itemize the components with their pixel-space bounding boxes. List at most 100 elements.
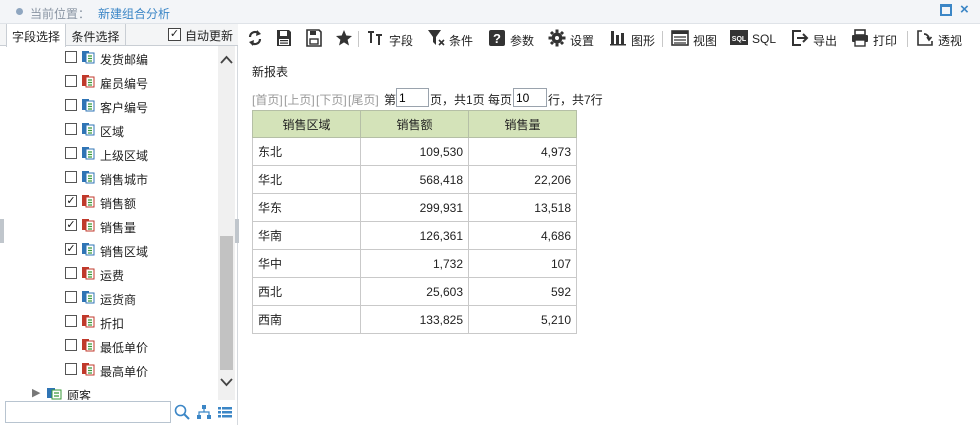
text-field-icon (81, 122, 95, 136)
auto-update-checkbox[interactable]: ✓ (168, 28, 181, 41)
first-page-link[interactable]: [首页] (252, 91, 283, 108)
panel-splitter-handle[interactable] (235, 219, 239, 243)
column-header[interactable]: 销售区域 (252, 110, 361, 138)
table-cell: 4,973 (468, 137, 577, 166)
field-label: 区域 (100, 125, 125, 139)
table-cell: 华北 (252, 165, 361, 194)
rows-suffix: 行，共7行 (548, 93, 603, 107)
text-field-icon (81, 242, 95, 256)
left-collapse-handle[interactable] (0, 219, 4, 243)
location-dot-icon (16, 8, 23, 15)
filter-icon (428, 30, 445, 46)
table-cell: 4,686 (468, 221, 577, 250)
field-checkbox[interactable]: ✓ (65, 195, 77, 207)
pivot-icon (917, 30, 933, 46)
field-checkbox[interactable] (65, 267, 77, 279)
maximize-icon[interactable] (940, 4, 952, 16)
field-checkbox[interactable] (65, 51, 77, 63)
field-checkbox[interactable] (65, 75, 77, 87)
field-checkbox[interactable] (65, 147, 77, 159)
save-icon (277, 30, 291, 46)
field-item[interactable]: 最低单价 (6, 334, 218, 358)
field-checkbox[interactable] (65, 171, 77, 183)
field-label: 最高单价 (100, 365, 149, 379)
numeric-field-icon (81, 74, 95, 88)
field-item[interactable]: ✓ 销售区域 (6, 238, 218, 262)
report-toolbar: 字段 条件 ? 参数 设置 图形 视图 SQL SQL 导出 打印 透视 (240, 24, 980, 52)
field-checkbox[interactable] (65, 291, 77, 303)
save-as-icon (306, 29, 322, 47)
field-item[interactable]: 雇员编号 (6, 70, 218, 94)
conditions-label: 条件 (449, 34, 474, 48)
scroll-thumb[interactable] (220, 236, 233, 370)
table-row: 华中 1,732 107 (252, 249, 577, 278)
field-item[interactable]: 上级区域 (6, 142, 218, 166)
field-checkbox[interactable] (65, 123, 77, 135)
field-checkbox[interactable]: ✓ (65, 219, 77, 231)
prev-page-link[interactable]: [上页] (284, 91, 315, 108)
table-header-row: 销售区域 销售额 销售量 (252, 110, 577, 138)
scroll-up-icon[interactable] (218, 54, 235, 68)
next-page-link[interactable]: [下页] (316, 91, 347, 108)
report-table: 销售区域 销售额 销售量 东北 109,530 4,973 华北 568,418 22,2… (252, 110, 577, 334)
page-number-input[interactable] (396, 88, 429, 107)
table-row: 华东 299,931 13,518 (252, 193, 577, 222)
field-checkbox[interactable]: ✓ (65, 243, 77, 255)
page-prefix: 第 (384, 93, 397, 107)
view-icon (671, 30, 689, 46)
field-label: 上级区域 (100, 149, 149, 163)
table-cell: 西北 (252, 277, 361, 306)
field-item[interactable]: 销售城市 (6, 166, 218, 190)
search-icon[interactable] (174, 404, 190, 420)
list-view-icon[interactable] (217, 404, 233, 420)
table-cell: 5,210 (468, 305, 577, 334)
close-icon[interactable]: × (960, 2, 972, 17)
field-item[interactable]: 区域 (6, 118, 218, 142)
field-search-input[interactable] (5, 401, 171, 423)
rows-per-page-input[interactable] (513, 88, 547, 107)
field-item[interactable]: 折扣 (6, 310, 218, 334)
table-row: 西北 25,603 592 (252, 277, 577, 306)
printer-icon (852, 29, 868, 47)
table-cell: 13,518 (468, 193, 577, 222)
table-cell: 25,603 (360, 277, 469, 306)
table-row: 华南 126,361 4,686 (252, 221, 577, 250)
field-checkbox[interactable] (65, 99, 77, 111)
field-checkbox[interactable] (65, 363, 77, 375)
last-page-link[interactable]: [尾页] (348, 91, 379, 108)
field-item[interactable]: 最高单价 (6, 358, 218, 382)
tab-condition-select[interactable]: 条件选择 (66, 24, 126, 46)
table-cell: 126,361 (360, 221, 469, 250)
table-cell: 1,732 (360, 249, 469, 278)
tree-group-customer[interactable]: ▶ 顾客 (6, 382, 218, 400)
column-header[interactable]: 销售额 (360, 110, 469, 138)
field-item[interactable]: 运费 (6, 262, 218, 286)
field-item[interactable]: 运货商 (6, 286, 218, 310)
table-cell: 西南 (252, 305, 361, 334)
field-checkbox[interactable] (65, 339, 77, 351)
svg-text:SQL: SQL (732, 36, 747, 43)
tab-field-select[interactable]: 字段选择 (6, 24, 66, 47)
star-icon (336, 30, 352, 46)
current-page-link[interactable]: 新建组合分析 (98, 5, 170, 22)
location-label: 当前位置： (30, 7, 91, 21)
pivot-label: 透视 (938, 34, 963, 48)
scroll-down-icon[interactable] (218, 376, 235, 390)
table-row: 东北 109,530 4,973 (252, 137, 577, 166)
numeric-field-icon (81, 194, 95, 208)
toolbar-divider (907, 31, 908, 47)
field-item[interactable]: 客户编号 (6, 94, 218, 118)
field-label: 客户编号 (100, 101, 149, 115)
field-checkbox[interactable] (65, 315, 77, 327)
report-title: 新报表 (252, 65, 289, 79)
sql-icon: SQL (730, 30, 748, 45)
field-item[interactable]: ✓ 销售量 (6, 214, 218, 238)
expand-arrow-icon[interactable]: ▶ (32, 386, 40, 399)
column-header[interactable]: 销售量 (468, 110, 577, 138)
field-item[interactable]: ✓ 销售额 (6, 190, 218, 214)
tree-scrollbar[interactable] (218, 46, 235, 400)
view-label: 视图 (693, 34, 718, 48)
field-item[interactable]: 发货邮编 (6, 46, 218, 70)
hierarchy-icon[interactable] (196, 404, 212, 420)
text-field-icon (81, 146, 95, 160)
